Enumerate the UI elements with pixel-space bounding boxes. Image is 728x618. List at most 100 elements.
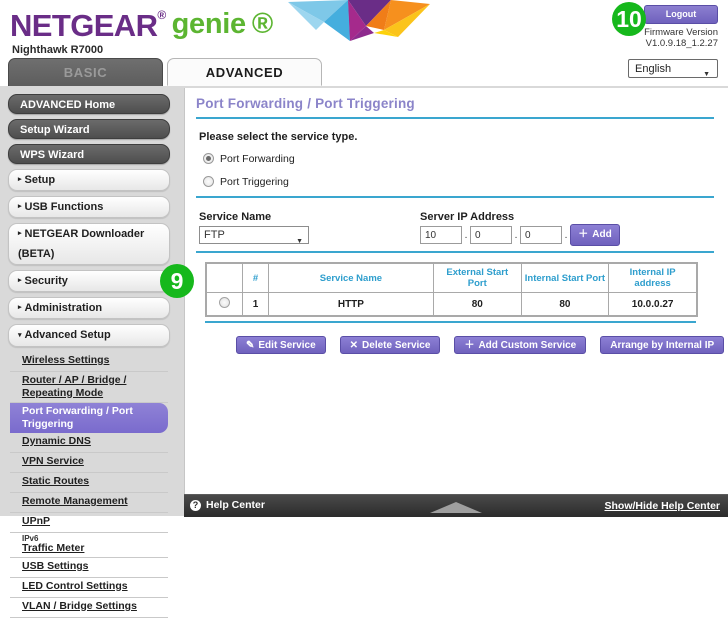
arrange-by-internal-ip-label: Arrange by Internal IP xyxy=(610,340,715,351)
sidebar-item-dynamic-dns[interactable]: Dynamic DNS xyxy=(10,433,168,453)
table-header-internal-ip-address: Internal IP address xyxy=(608,263,697,293)
sidebar-item-vpn-service[interactable]: VPN Service xyxy=(10,453,168,473)
sidebar-item-label: LED Control Settings xyxy=(22,579,128,592)
table-header-service-name: Service Name xyxy=(267,263,434,293)
section-divider-bottom xyxy=(196,251,714,253)
firmware-version-label: Firmware Version xyxy=(644,27,718,38)
row-select-radio[interactable] xyxy=(219,297,231,308)
server-ip-octet-3[interactable]: 0 xyxy=(520,226,562,244)
sidebar-section-setup[interactable]: ▸ Setup xyxy=(8,169,170,192)
pencil-icon: ✎ xyxy=(246,340,255,351)
sidebar-item-label: Traffic Meter xyxy=(22,541,85,554)
brand-genie-text: genie xyxy=(171,8,247,40)
sidebar-item-label: Static Routes xyxy=(22,474,90,487)
plus-icon: ＋ xyxy=(578,229,589,240)
table-action-buttons: ✎ Edit Service ✕ Delete Service ＋ Add Custo… xyxy=(236,336,725,354)
chevron-right-icon: ▸ xyxy=(18,277,22,285)
sidebar-item-label: VPN Service xyxy=(22,454,84,467)
firmware-version-value: V1.0.9.18_1.2.27 xyxy=(645,38,718,49)
add-button-label: Add xyxy=(592,229,612,240)
chevron-down-icon: ▼ xyxy=(703,71,710,78)
table-cell-number: 1 xyxy=(242,292,269,316)
help-center-button[interactable]: ? Help Center xyxy=(190,499,265,511)
chevron-up-icon[interactable] xyxy=(430,502,482,513)
edit-service-button[interactable]: ✎ Edit Service xyxy=(236,336,326,354)
sidebar-item-advanced-home[interactable]: ADVANCED Home xyxy=(8,94,170,114)
sidebar-item-remote-management[interactable]: Remote Management xyxy=(10,493,168,513)
show-hide-help-center-link[interactable]: Show/Hide Help Center xyxy=(604,500,720,512)
sidebar-item-port-forwarding-port-triggering[interactable]: Port Forwarding / Port Triggering xyxy=(10,402,168,433)
sidebar-item-vlan-bridge-settings[interactable]: VLAN / Bridge Settings xyxy=(10,598,168,618)
service-type-instruction: Please select the service type. xyxy=(199,131,358,143)
main-content: Port Forwarding / Port Triggering Please… xyxy=(196,92,725,354)
sidebar-item-label: Port Forwarding / Port Triggering xyxy=(22,404,133,430)
sidebar-item-label: Wireless Settings xyxy=(22,353,110,366)
sidebar-section-label: NETGEAR Downloader (BETA) xyxy=(18,228,145,261)
arrange-by-internal-ip-button[interactable]: Arrange by Internal IP xyxy=(600,336,725,354)
port-forwarding-table-wrapper: # Service Name External Start Port Inter… xyxy=(205,262,698,317)
ip-separator-dot: . xyxy=(564,229,568,241)
chevron-right-icon: ▸ xyxy=(18,176,22,184)
sidebar-section-label: Advanced Setup xyxy=(24,329,111,342)
server-ip-octet-1[interactable]: 10 xyxy=(420,226,462,244)
plus-icon: ＋ xyxy=(464,340,475,351)
sidebar-item-label: UPnP xyxy=(22,514,51,527)
sidebar-section-label: Security xyxy=(24,275,68,288)
language-select-value: English xyxy=(635,63,672,75)
delete-service-button[interactable]: ✕ Delete Service xyxy=(339,336,441,354)
table-cell-internal-start-port: 80 xyxy=(520,292,610,316)
brand-logo: NETGEAR® genie ® xyxy=(10,8,273,44)
service-name-label: Service Name xyxy=(199,211,272,223)
sidebar-section-advanced-setup[interactable]: ▾ Advanced Setup xyxy=(8,324,170,347)
tab-basic[interactable]: BASIC xyxy=(8,58,163,86)
annotation-badge-10: 10 xyxy=(612,2,646,36)
radio-port-forwarding[interactable] xyxy=(203,153,214,164)
genie-admin-page: NETGEAR® genie ® Nighthawk R7000 Logout Fi… xyxy=(0,0,728,618)
table-cell-internal-ip: 10.0.0.27 xyxy=(608,292,697,316)
title-divider xyxy=(196,117,714,119)
radio-row-port-triggering[interactable]: Port Triggering xyxy=(203,174,714,189)
port-forwarding-table: # Service Name External Start Port Inter… xyxy=(205,263,697,316)
sidebar-section-label: Administration xyxy=(24,302,103,315)
chevron-down-icon: ▼ xyxy=(296,238,303,245)
chevron-right-icon: ▸ xyxy=(18,203,22,211)
service-name-select[interactable]: FTP ▼ xyxy=(199,226,309,245)
table-header-number: # xyxy=(242,263,269,293)
radio-port-triggering[interactable] xyxy=(203,176,214,187)
sidebar-item-wps-wizard[interactable]: WPS Wizard xyxy=(8,144,170,164)
sidebar-section-security[interactable]: ▸ Security xyxy=(8,270,170,293)
sidebar-section-administration[interactable]: ▸ Administration xyxy=(8,297,170,320)
delete-service-label: Delete Service xyxy=(362,340,431,351)
sidebar-item-wireless-settings[interactable]: Wireless Settings xyxy=(10,352,168,372)
sidebar-section-label: USB Functions xyxy=(24,201,104,214)
server-ip-octet-2[interactable]: 0 xyxy=(470,226,512,244)
sidebar-item-traffic-meter[interactable]: IPv6 Traffic Meter xyxy=(10,533,168,558)
sidebar-section-netgear-downloader[interactable]: ▸ NETGEAR Downloader (BETA) xyxy=(8,223,170,266)
table-divider xyxy=(205,321,696,323)
sidebar-item-router-ap-bridge-repeating-mode[interactable]: Router / AP / Bridge / Repeating Mode xyxy=(10,372,168,403)
page-footer: ? Help Center Show/Hide Help Center xyxy=(184,494,728,517)
logout-button[interactable]: Logout xyxy=(644,5,718,24)
tab-advanced[interactable]: ADVANCED xyxy=(167,58,322,86)
question-mark-icon: ? xyxy=(190,499,201,511)
edit-service-label: Edit Service xyxy=(258,340,316,351)
sidebar-section-usb-functions[interactable]: ▸ USB Functions xyxy=(8,196,170,219)
page-title: Port Forwarding / Port Triggering xyxy=(196,96,415,111)
radio-row-port-forwarding[interactable]: Port Forwarding xyxy=(203,151,714,166)
language-select[interactable]: English ▼ xyxy=(628,59,718,78)
table-header-internal-start-port: Internal Start Port xyxy=(520,263,610,293)
sidebar-item-led-control-settings[interactable]: LED Control Settings xyxy=(10,578,168,598)
table-row[interactable]: 1 HTTP 80 80 10.0.0.27 xyxy=(205,292,697,316)
table-cell-service-name: HTTP xyxy=(267,292,434,316)
table-cell-select[interactable] xyxy=(205,292,244,316)
sidebar-item-usb-settings[interactable]: USB Settings xyxy=(10,558,168,578)
sidebar-item-ipv6-clipped-label[interactable]: IPv6 xyxy=(22,535,168,542)
sidebar-item-label: Remote Management xyxy=(22,494,128,507)
sidebar-item-setup-wizard[interactable]: Setup Wizard xyxy=(8,119,170,139)
add-custom-service-label: Add Custom Service xyxy=(478,340,577,351)
add-custom-service-button[interactable]: ＋ Add Custom Service xyxy=(454,336,587,354)
sidebar-advanced-submenu: Wireless Settings Router / AP / Bridge /… xyxy=(0,352,178,618)
table-header-select xyxy=(205,263,244,293)
sidebar-item-static-routes[interactable]: Static Routes xyxy=(10,473,168,493)
add-button[interactable]: ＋ Add xyxy=(570,224,620,246)
